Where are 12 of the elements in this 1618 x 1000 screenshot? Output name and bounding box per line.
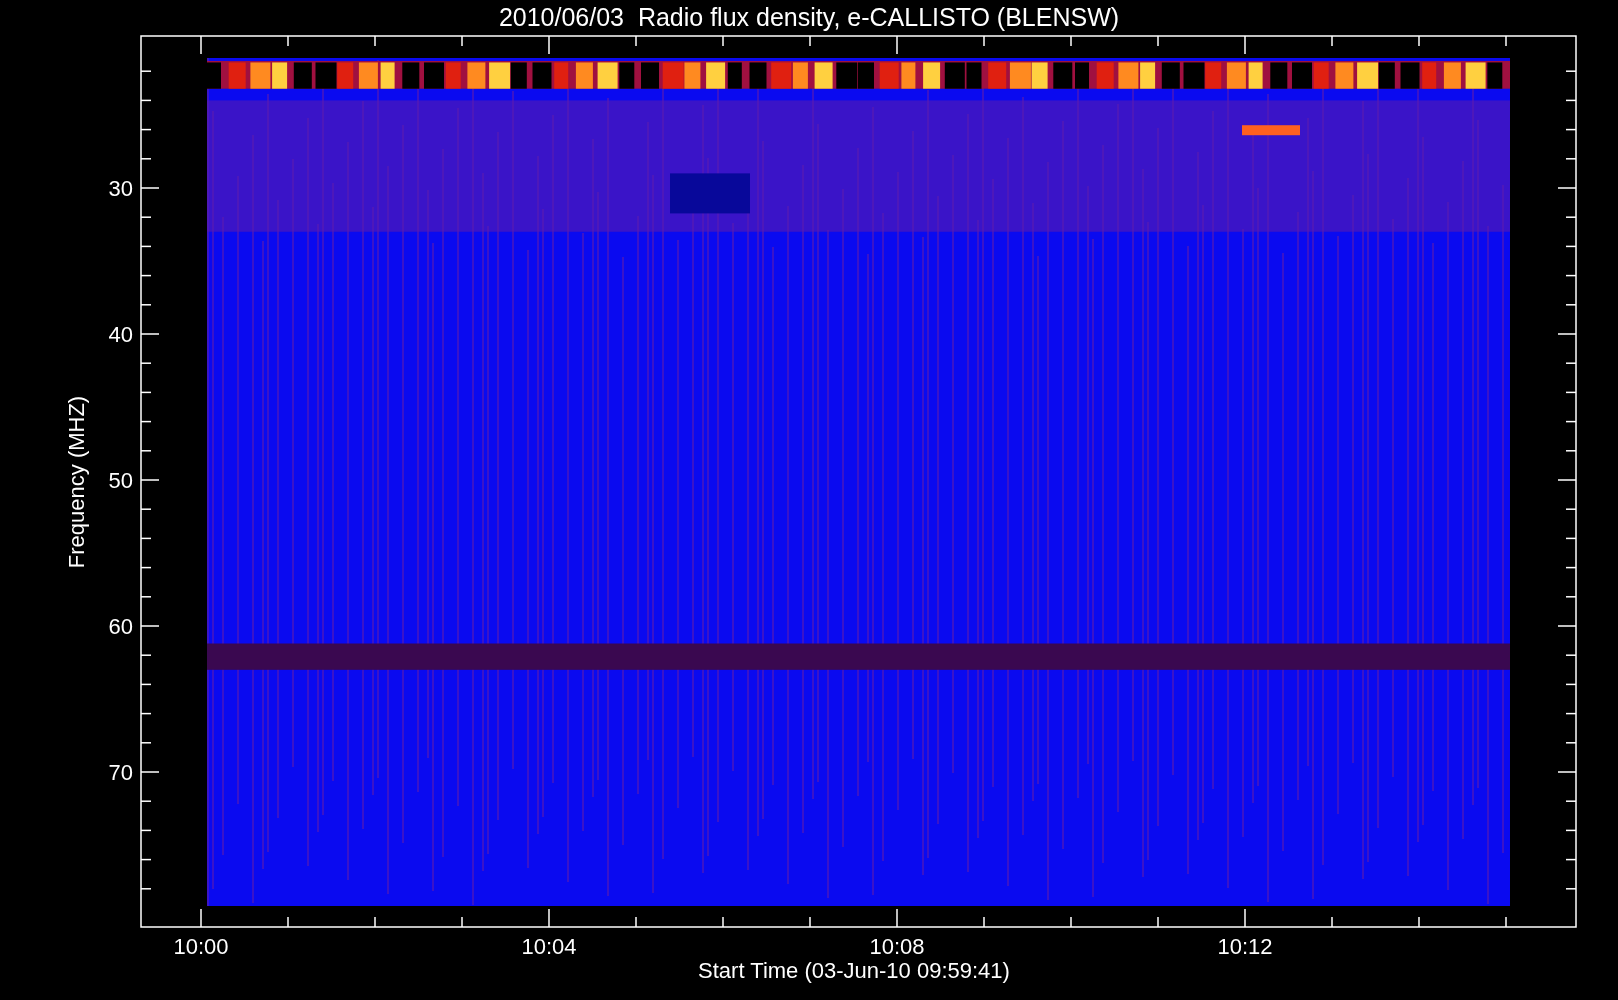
x-tick-label: 10:12 [1217, 934, 1273, 959]
y-axis-label: Frequency (MHZ) [64, 395, 89, 569]
y-tick-label: 70 [108, 760, 133, 785]
chart-title: 2010/06/03 Radio flux density, e-CALLISTO (BLENSW) [498, 3, 1120, 31]
y-tick-label: 30 [108, 176, 133, 201]
y-tick-label: 50 [108, 468, 133, 493]
x-axis-label: Start Time (03-Jun-10 09:59:41) [698, 958, 1010, 983]
x-tick-label: 10:04 [521, 934, 577, 959]
y-tick-label: 60 [108, 614, 133, 639]
x-tick-label: 10:00 [173, 934, 229, 959]
y-tick-label: 40 [108, 322, 133, 347]
x-tick-label: 10:08 [869, 934, 925, 959]
